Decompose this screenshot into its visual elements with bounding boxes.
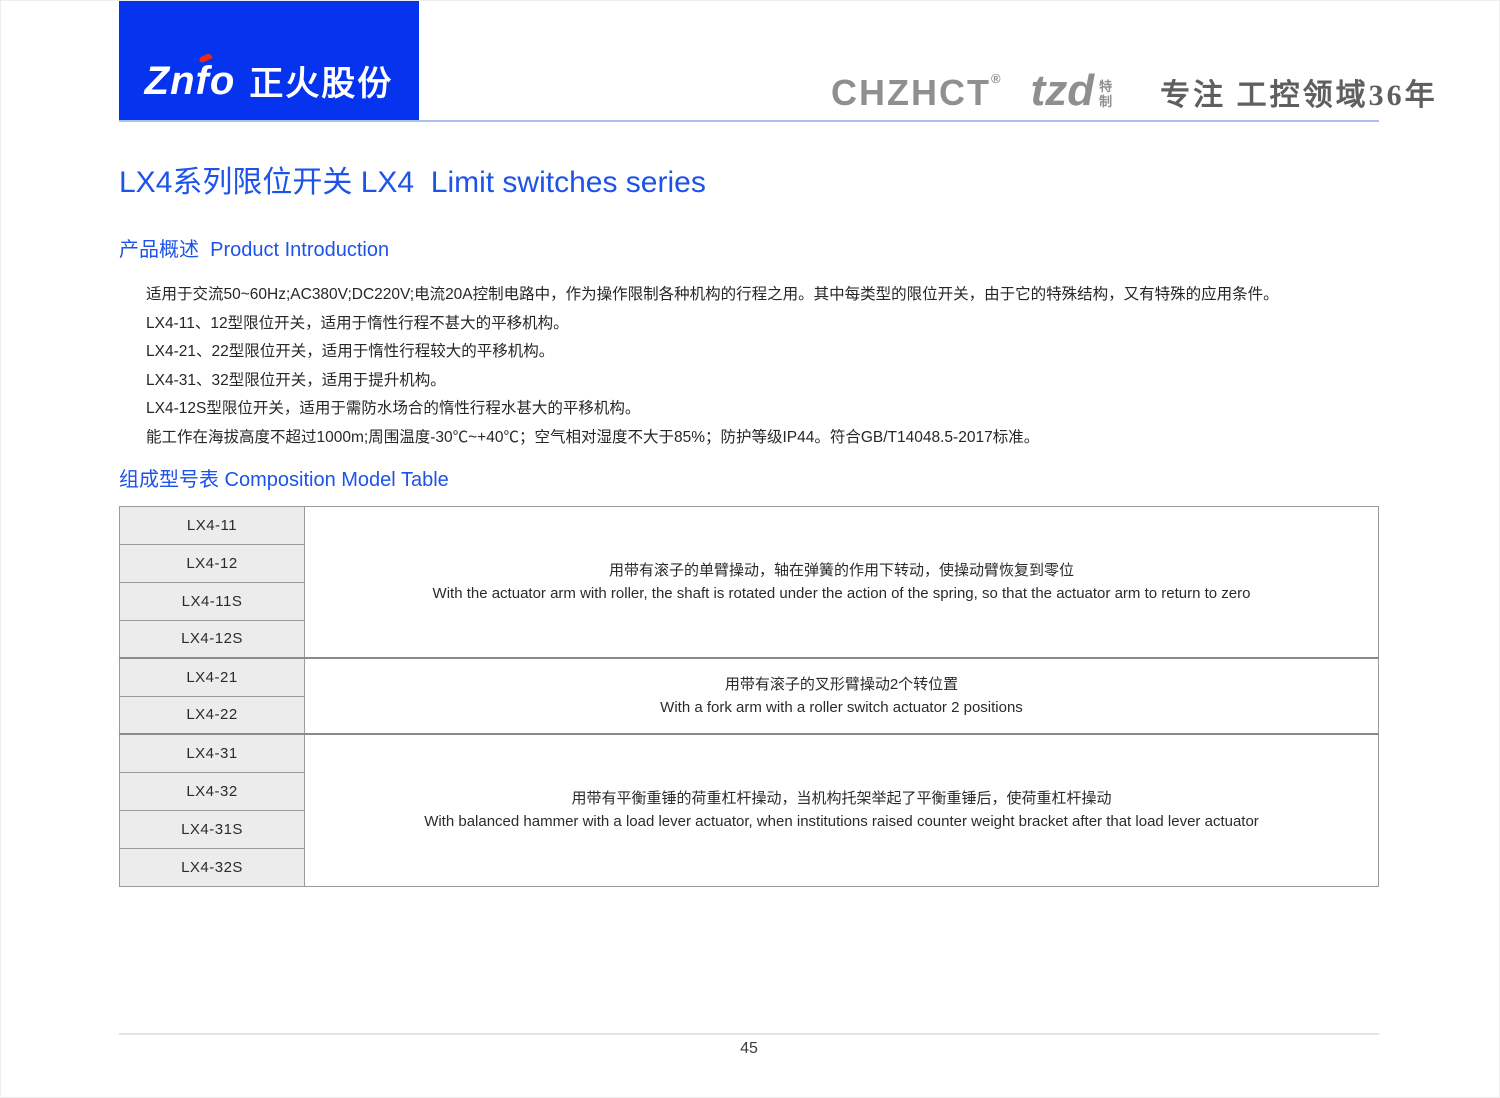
model-cell: LX4-32S bbox=[119, 847, 305, 887]
description-cell: 用带有平衡重锤的荷重杠杆操动，当机构托架举起了平衡重锤后，使荷重杠杆操动 Wit… bbox=[304, 733, 1379, 887]
table-row: LX4-21 用带有滚子的叉形臂操动2个转位置 With a fork arm … bbox=[119, 657, 1379, 735]
model-cell: LX4-31S bbox=[119, 809, 305, 849]
model-cell: LX4-21 bbox=[119, 657, 305, 697]
description-english: With the actuator arm with roller, the s… bbox=[432, 584, 1251, 602]
composition-model-table: LX4-11 用带有滚子的单臂操动，轴在弹簧的作用下转动，使操动臂恢复到零位 W… bbox=[119, 505, 1379, 887]
model-cell: LX4-32 bbox=[119, 771, 305, 811]
model-cell: LX4-12S bbox=[119, 619, 305, 659]
model-cell: LX4-12 bbox=[119, 543, 305, 583]
intro-line: LX4-31、32型限位开关，适用于提升机构。 bbox=[146, 371, 446, 389]
description-cell: 用带有滚子的叉形臂操动2个转位置 With a fork arm with a … bbox=[304, 657, 1379, 735]
table-row: LX4-31 用带有平衡重锤的荷重杠杆操动，当机构托架举起了平衡重锤后，使荷重杠… bbox=[119, 733, 1379, 887]
description-cell: 用带有滚子的单臂操动，轴在弹簧的作用下转动，使操动臂恢复到零位 With the… bbox=[304, 505, 1379, 659]
page-number: 45 bbox=[740, 1040, 758, 1057]
intro-line: LX4-12S型限位开关，适用于需防水场合的惰性行程水甚大的平移机构。 bbox=[146, 400, 641, 418]
product-introduction-body: 适用于交流50~60Hz;AC380V;DC220V;电流20A控制电路中，作为… bbox=[119, 281, 1379, 453]
section-heading-composition-model-table: 组成型号表 Composition Model Table bbox=[119, 468, 449, 491]
page-title: LX4系列限位开关 LX4 Limit switches series bbox=[119, 166, 706, 199]
model-cell: LX4-11 bbox=[119, 505, 305, 545]
description-chinese: 用带有滚子的叉形臂操动2个转位置 bbox=[724, 676, 959, 694]
model-cell: LX4-11S bbox=[119, 581, 305, 621]
page-content: LX4系列限位开关 LX4 Limit switches series 产品概述… bbox=[119, 1, 1379, 887]
description-english: With balanced hammer with a load lever a… bbox=[424, 813, 1259, 831]
intro-line: 适用于交流50~60Hz;AC380V;DC220V;电流20A控制电路中，作为… bbox=[146, 286, 1279, 303]
intro-line: 能工作在海拔高度不超过1000m;周围温度-30℃~+40℃；空气相对湿度不大于… bbox=[146, 428, 1040, 446]
model-cell: LX4-31 bbox=[119, 733, 305, 773]
catalog-page: Znf o 正火股份 CHZHCT® tzd 特 制 专注 工控领域36年 LX4… bbox=[0, 0, 1500, 1098]
section-heading-product-introduction: 产品概述 Product Introduction bbox=[119, 239, 390, 261]
description-chinese: 用带有平衡重锤的荷重杠杆操动，当机构托架举起了平衡重锤后，使荷重杠杆操动 bbox=[571, 790, 1112, 808]
intro-line: LX4-21、22型限位开关，适用于惰性行程较大的平移机构。 bbox=[146, 343, 555, 361]
footer-divider bbox=[119, 1033, 1379, 1035]
intro-line: LX4-11、12型限位开关，适用于惰性行程不甚大的平移机构。 bbox=[146, 314, 569, 332]
description-english: With a fork arm with a roller switch act… bbox=[660, 699, 1023, 717]
model-cell: LX4-22 bbox=[119, 695, 305, 735]
description-chinese: 用带有滚子的单臂操动，轴在弹簧的作用下转动，使操动臂恢复到零位 bbox=[608, 561, 1074, 579]
table-row: LX4-11 用带有滚子的单臂操动，轴在弹簧的作用下转动，使操动臂恢复到零位 W… bbox=[119, 505, 1379, 659]
